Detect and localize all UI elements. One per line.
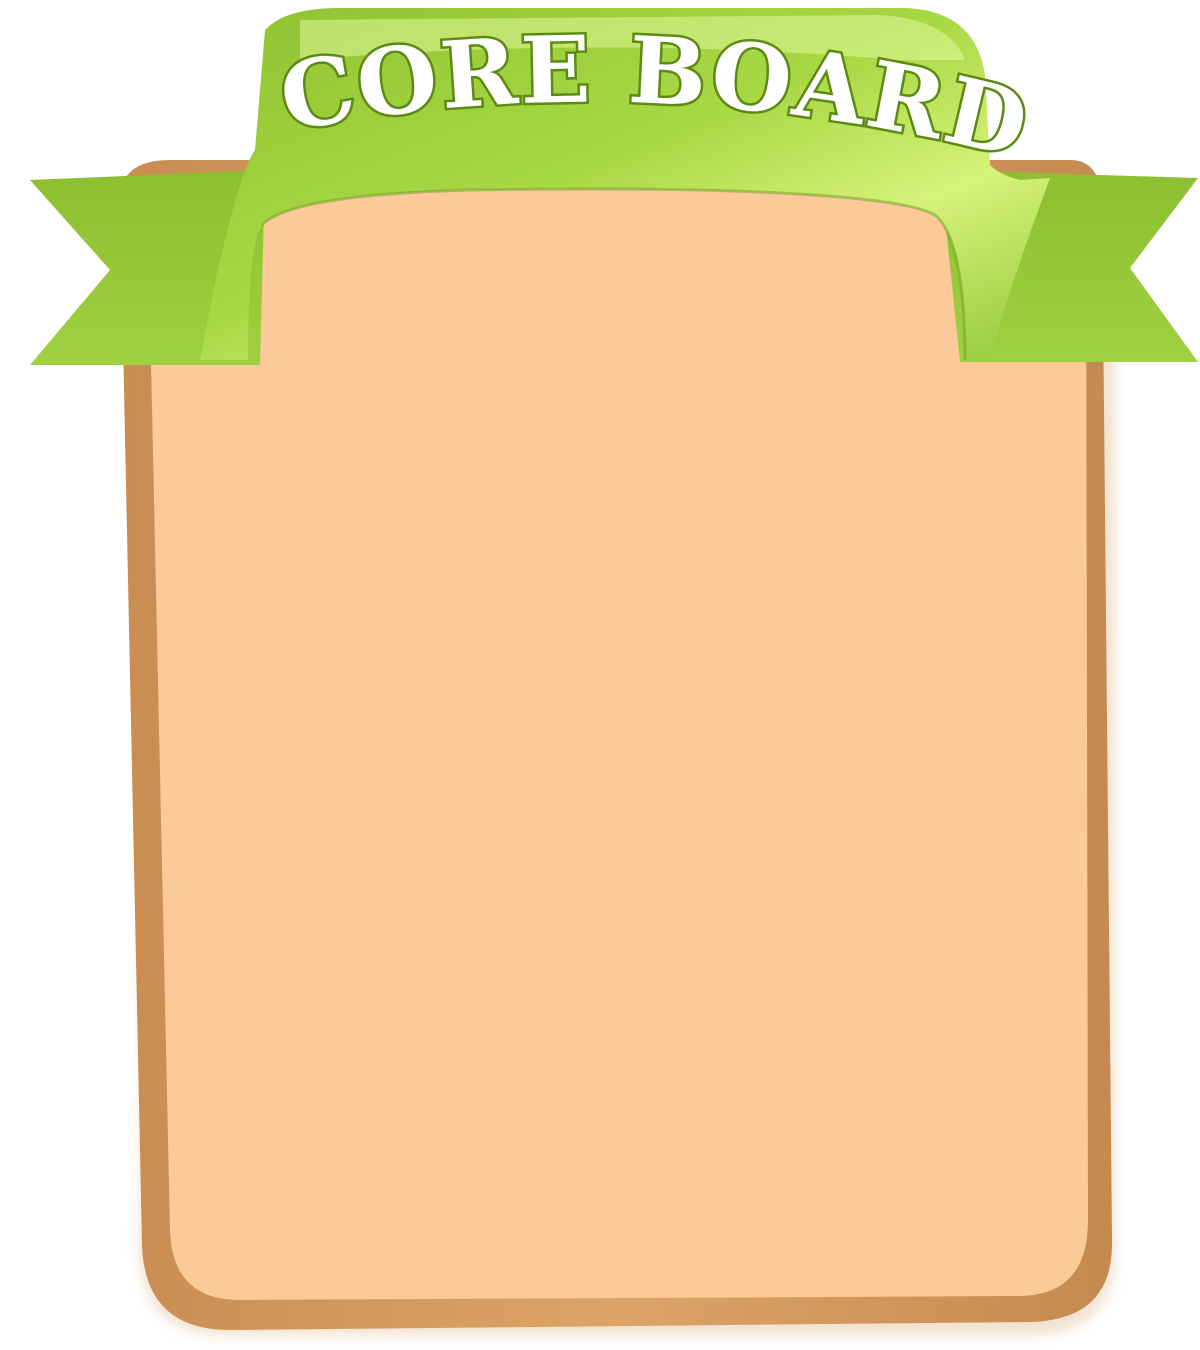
scoreboard-panel: SCORE BOARD (0, 0, 1198, 1335)
panel-body (148, 185, 1088, 1300)
